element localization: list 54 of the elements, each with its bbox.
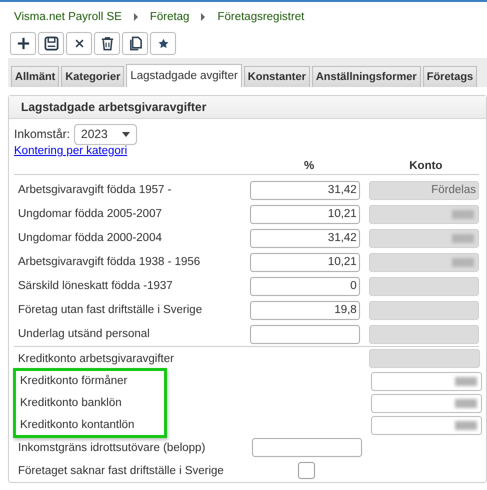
breadcrumb-link[interactable]: Företagsregistret bbox=[217, 11, 304, 23]
chevron-right-icon bbox=[200, 13, 206, 21]
copy-icon bbox=[128, 36, 142, 51]
percent-field[interactable]: 10,21 bbox=[250, 204, 360, 224]
percent-field[interactable]: 19,8 bbox=[250, 300, 360, 320]
row-label: Företaget saknar fast driftställe i Sverige bbox=[18, 464, 225, 476]
add-button[interactable] bbox=[10, 32, 36, 55]
tab[interactable]: Anställningsformer bbox=[312, 66, 421, 87]
percent-field[interactable]: 31,42 bbox=[250, 228, 360, 248]
account-field[interactable] bbox=[371, 394, 482, 412]
breadcrumb-link[interactable]: Företag bbox=[150, 11, 190, 23]
favorite-button[interactable] bbox=[150, 32, 176, 55]
column-header: % bbox=[304, 160, 314, 172]
tab[interactable]: Företags bbox=[422, 66, 478, 87]
cancel-button[interactable] bbox=[66, 32, 92, 55]
row-label: Särskild löneskatt födda -1937 bbox=[18, 280, 174, 292]
row-label: Underlag utsänd personal bbox=[18, 328, 151, 340]
percent-field[interactable]: 10,21 bbox=[250, 252, 360, 272]
row-label: Arbetsgivaravgift födda 1938 - 1956 bbox=[18, 256, 202, 268]
trash-icon bbox=[100, 36, 114, 51]
copy-button[interactable] bbox=[122, 32, 148, 55]
percent-field[interactable] bbox=[250, 324, 360, 344]
caret-icon bbox=[122, 132, 130, 136]
year-dropdown[interactable]: 2023 bbox=[74, 124, 137, 144]
chevron-right-icon bbox=[132, 13, 139, 21]
breadcrumb-link[interactable]: Visma.net Payroll SE bbox=[14, 11, 122, 23]
field-label: Inkomstår: bbox=[14, 127, 70, 141]
row-label: Ungdomar födda 2000-2004 bbox=[18, 232, 163, 244]
column-header: Konto bbox=[409, 160, 442, 172]
save-button[interactable] bbox=[38, 32, 64, 55]
row-label: Inkomstgräns idrottsutövare (belopp) bbox=[18, 442, 206, 454]
account-field[interactable] bbox=[371, 372, 482, 390]
tab[interactable]: Konstanter bbox=[244, 66, 310, 87]
percent-field[interactable]: 31,42 bbox=[250, 180, 360, 200]
tab[interactable]: Kategorier bbox=[61, 66, 124, 87]
row-label: Kreditkonto kontantlön bbox=[20, 419, 136, 431]
tab[interactable]: Lagstadgade avgifter bbox=[126, 64, 242, 87]
percent-field[interactable]: 0 bbox=[250, 276, 360, 296]
amount-field[interactable] bbox=[252, 438, 362, 457]
delete-button[interactable] bbox=[94, 32, 120, 55]
star-icon bbox=[158, 38, 168, 49]
row-label: Arbetsgivaravgift födda 1957 - bbox=[18, 184, 172, 196]
row-label: Kreditkonto förmåner bbox=[20, 375, 128, 387]
row-label: Kreditkonto banklön bbox=[20, 397, 123, 409]
account-field[interactable] bbox=[371, 416, 482, 434]
close-icon bbox=[74, 38, 84, 49]
row-label: Kreditkonto arbetsgivaravgifter bbox=[18, 352, 175, 364]
tab[interactable]: Allmänt bbox=[11, 66, 60, 87]
category-link[interactable]: Kontering per kategori bbox=[14, 145, 128, 157]
row-label: Företag utan fast driftställe i Sverige bbox=[18, 304, 204, 316]
plus-icon bbox=[16, 36, 30, 51]
checkbox[interactable] bbox=[298, 462, 314, 479]
panel-title: Lagstadgade arbetsgivaravgifter bbox=[21, 100, 206, 114]
row-label: Ungdomar födda 2005-2007 bbox=[18, 208, 163, 220]
